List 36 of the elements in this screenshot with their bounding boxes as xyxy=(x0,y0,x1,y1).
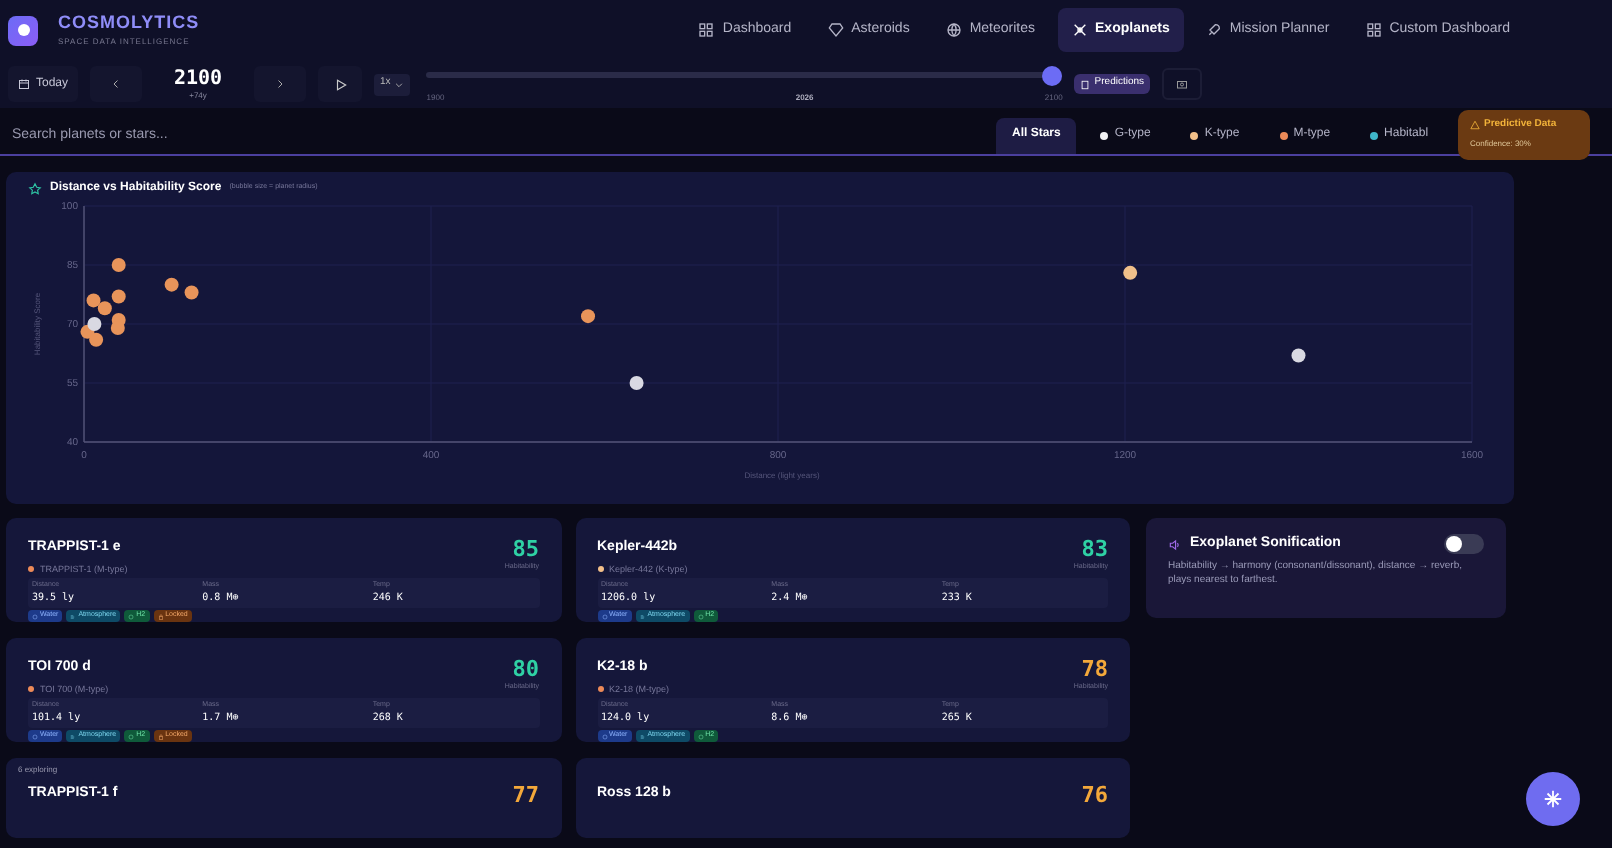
camera-icon xyxy=(1176,78,1189,90)
speaker-icon xyxy=(1168,537,1182,552)
play-button[interactable] xyxy=(318,66,363,102)
chevron-left-icon xyxy=(110,78,123,90)
lock-icon xyxy=(157,613,164,619)
grid-icon xyxy=(698,22,715,38)
habitability-score: 80 xyxy=(512,658,539,680)
habitability-score: 76 xyxy=(1081,784,1108,806)
planet-bubble[interactable] xyxy=(581,309,595,324)
camera-button[interactable] xyxy=(1162,68,1203,100)
globe-icon xyxy=(945,22,962,38)
warning-icon xyxy=(1470,120,1480,131)
gem-icon xyxy=(827,22,844,38)
sparkle-button[interactable] xyxy=(1526,772,1580,826)
app-logo xyxy=(8,15,38,45)
planet-bubble[interactable] xyxy=(629,376,644,390)
lock-icon xyxy=(157,733,164,739)
planet-bubble[interactable] xyxy=(1291,348,1306,363)
sonification-toggle[interactable] xyxy=(1444,534,1484,555)
timeline-thumb[interactable] xyxy=(1042,65,1063,85)
brand-name: COSMOLYTICS xyxy=(58,14,200,32)
grid-icon xyxy=(1365,22,1382,38)
play-icon xyxy=(333,77,348,91)
planet-bubble[interactable] xyxy=(111,258,126,272)
habitability-score: 77 xyxy=(512,784,539,806)
year-value: 2100 xyxy=(173,69,223,89)
planet-bubble[interactable] xyxy=(1123,265,1138,280)
star-icon xyxy=(28,181,42,195)
sparkle-icon xyxy=(1542,788,1564,810)
calendar-icon xyxy=(18,78,30,90)
habitability-score: 78 xyxy=(1081,658,1108,680)
chevron-right-icon xyxy=(274,78,287,90)
timeline-slider[interactable] xyxy=(426,65,1063,85)
habitability-score: 85 xyxy=(512,538,539,560)
habitability-score: 83 xyxy=(1081,538,1108,560)
chevron-down-icon xyxy=(394,79,405,89)
